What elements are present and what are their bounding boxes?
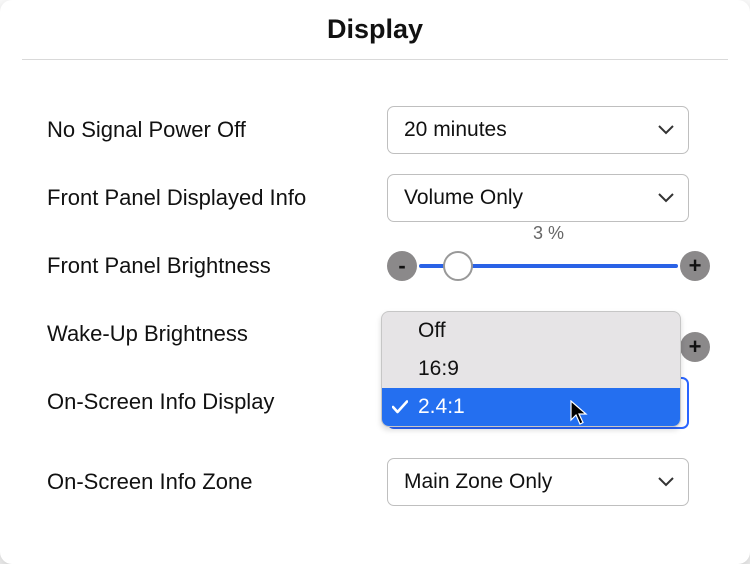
check-icon [392,400,408,414]
brightness-decrement-button[interactable]: - [387,251,417,281]
slider-track[interactable] [419,264,678,268]
chevron-down-icon [658,125,674,135]
wake-brightness-increment-button[interactable]: + [680,332,710,362]
select-value: Main Zone Only [404,470,552,494]
label-front-panel-info: Front Panel Displayed Info [47,185,387,211]
brightness-slider[interactable]: 3 % - + [387,251,710,281]
dropdown-option-16-9[interactable]: 16:9 [382,350,680,388]
select-front-panel-info[interactable]: Volume Only [387,174,689,222]
osd-dropdown-menu: Off 16:9 2.4:1 [381,311,681,427]
page-title: Display [0,14,750,45]
label-no-signal-power-off: No Signal Power Off [47,117,387,143]
dropdown-option-2-4-1[interactable]: 2.4:1 [382,388,680,426]
row-front-panel-brightness: Front Panel Brightness 3 % - + [47,232,710,300]
row-front-panel-info: Front Panel Displayed Info Volume Only [47,164,710,232]
row-no-signal-power-off: No Signal Power Off 20 minutes [47,96,710,164]
select-value: Volume Only [404,186,523,210]
chevron-down-icon [658,477,674,487]
slider-thumb[interactable] [443,251,473,281]
row-osd-zone: On-Screen Info Zone Main Zone Only [47,448,710,516]
select-no-signal-power-off[interactable]: 20 minutes [387,106,689,154]
label-osd: On-Screen Info Display [47,389,387,415]
dropdown-option-label: 16:9 [418,357,459,381]
select-osd-zone[interactable]: Main Zone Only [387,458,689,506]
dropdown-option-off[interactable]: Off [382,312,680,350]
brightness-increment-button[interactable]: + [680,251,710,281]
settings-rows: No Signal Power Off 20 minutes Front Pan… [0,60,750,516]
label-wake-up-brightness: Wake-Up Brightness [47,321,387,347]
dropdown-option-label: 2.4:1 [418,395,465,419]
select-value: 20 minutes [404,118,507,142]
brightness-value-text: 3 % [533,223,564,244]
dropdown-option-label: Off [418,319,446,343]
chevron-down-icon [658,193,674,203]
display-settings-panel: Display No Signal Power Off 20 minutes F… [0,0,750,564]
label-front-panel-brightness: Front Panel Brightness [47,253,387,279]
label-osd-zone: On-Screen Info Zone [47,469,387,495]
